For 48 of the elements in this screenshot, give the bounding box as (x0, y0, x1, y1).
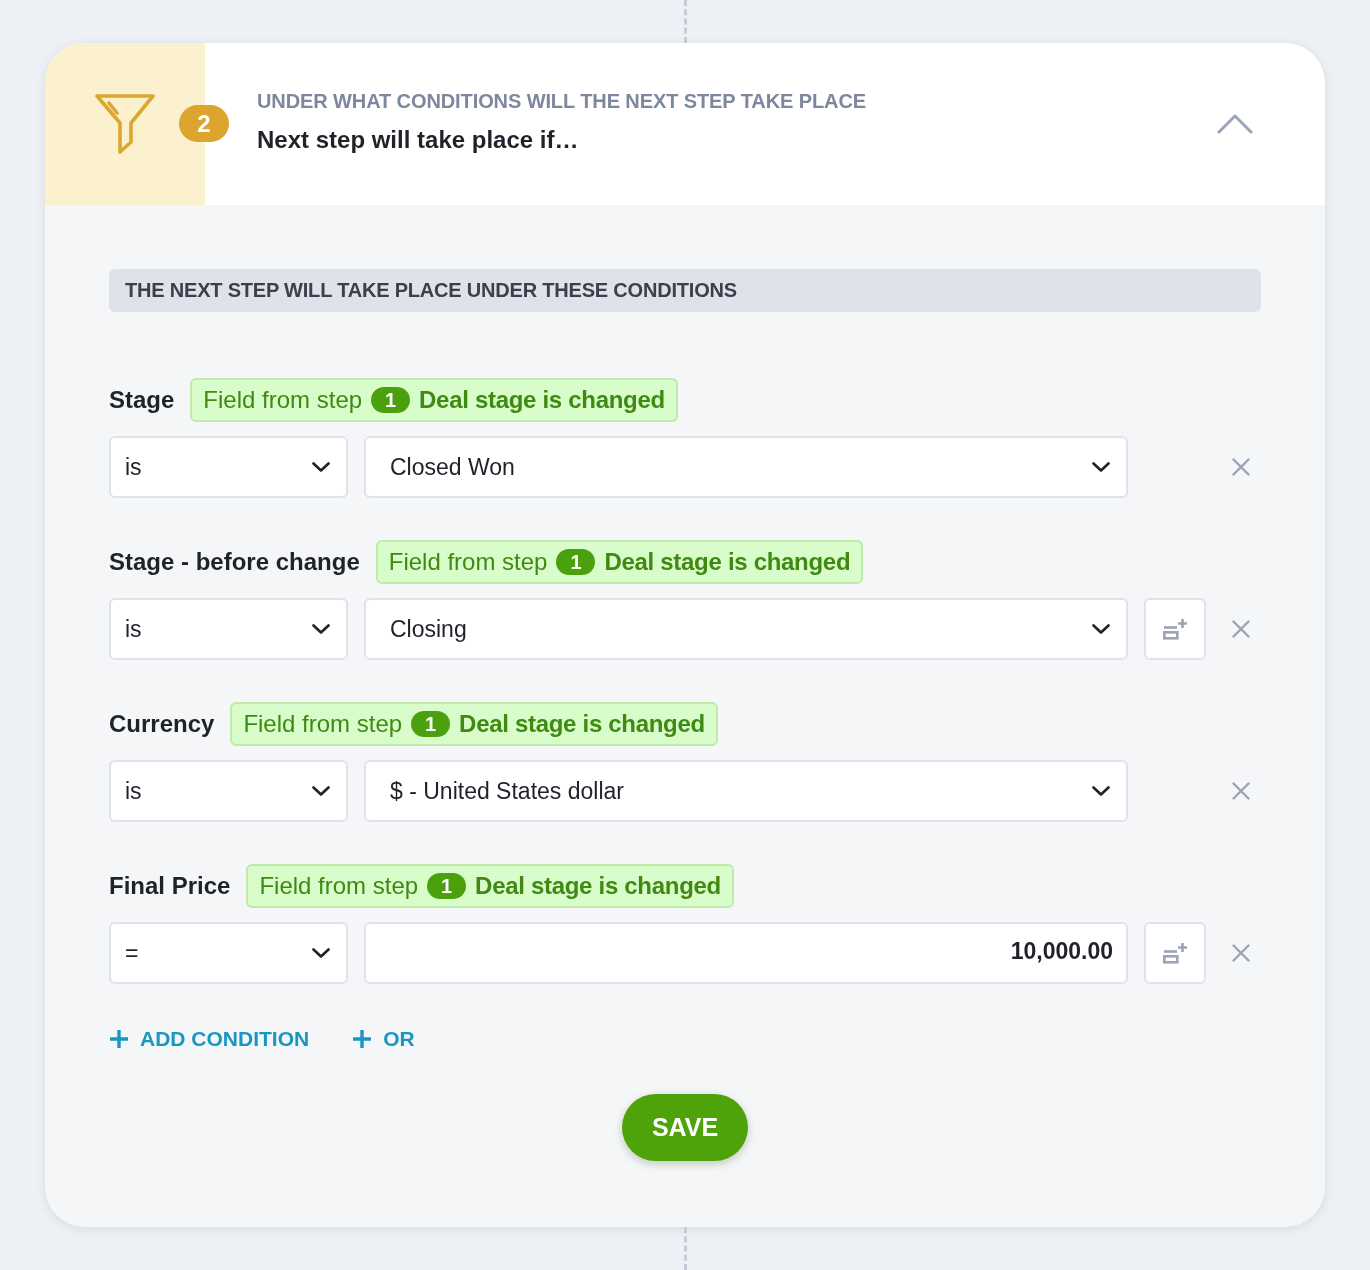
step-badge: 1 (411, 711, 451, 737)
tag-event-text: Deal stage is changed (459, 710, 705, 738)
close-icon[interactable] (1232, 782, 1250, 800)
value-select[interactable]: $ - United States dollar (364, 760, 1128, 822)
tag-event-text: Deal stage is changed (419, 386, 665, 414)
operator-select[interactable]: = (109, 922, 348, 984)
close-icon[interactable] (1232, 944, 1250, 962)
condition-label: Currency (109, 710, 215, 738)
caret-icon (1092, 462, 1110, 472)
insert-field-button[interactable] (1144, 598, 1206, 660)
operator-select[interactable]: is (109, 436, 348, 498)
step-badge: 1 (371, 387, 411, 413)
header-title: Next step will take place if… (257, 126, 580, 154)
operator-select[interactable]: is (109, 598, 348, 660)
step-number-badge: 2 (179, 105, 229, 142)
tag-event-text: Deal stage is changed (475, 872, 721, 900)
condition-label: Stage - before change (109, 548, 360, 576)
value-select[interactable]: Closing (364, 598, 1128, 660)
caret-icon (1092, 624, 1110, 634)
bars-plus-icon (1163, 942, 1187, 964)
header-subtitle: UNDER WHAT CONDITIONS WILL THE NEXT STEP TAKE PLACE (257, 90, 867, 113)
connector-line (683, 1227, 687, 1270)
plus-icon (352, 1029, 373, 1049)
operator-select[interactable]: is (109, 760, 348, 822)
value-input[interactable]: 10,000.00 (364, 922, 1128, 984)
caret-icon (312, 948, 330, 958)
caret-icon (312, 462, 330, 472)
close-icon[interactable] (1232, 620, 1250, 638)
caret-icon (312, 624, 330, 634)
condition-label: Stage (109, 386, 175, 414)
close-icon[interactable] (1232, 458, 1250, 476)
plus-icon (109, 1029, 129, 1049)
caret-icon (312, 786, 330, 796)
caret-icon (1092, 786, 1110, 796)
step-badge: 1 (556, 549, 596, 575)
tag-prefix-text: Field from step (259, 872, 419, 900)
condition-label: Final Price (109, 872, 231, 900)
tag-prefix-text: Field from step (243, 710, 403, 738)
tag-prefix-text: Field from step (203, 386, 363, 414)
chevron-up-icon[interactable] (1217, 114, 1253, 134)
funnel-icon (95, 93, 155, 155)
bars-plus-icon (1163, 618, 1187, 640)
value-select[interactable]: Closed Won (364, 436, 1128, 498)
tag-event-text: Deal stage is changed (604, 548, 851, 576)
section-heading: THE NEXT STEP WILL TAKE PLACE UNDER THESE CONDITIONS (109, 269, 1261, 312)
insert-field-button[interactable] (1144, 922, 1206, 984)
step-badge: 1 (427, 873, 467, 899)
tag-prefix-text: Field from step (388, 548, 548, 576)
